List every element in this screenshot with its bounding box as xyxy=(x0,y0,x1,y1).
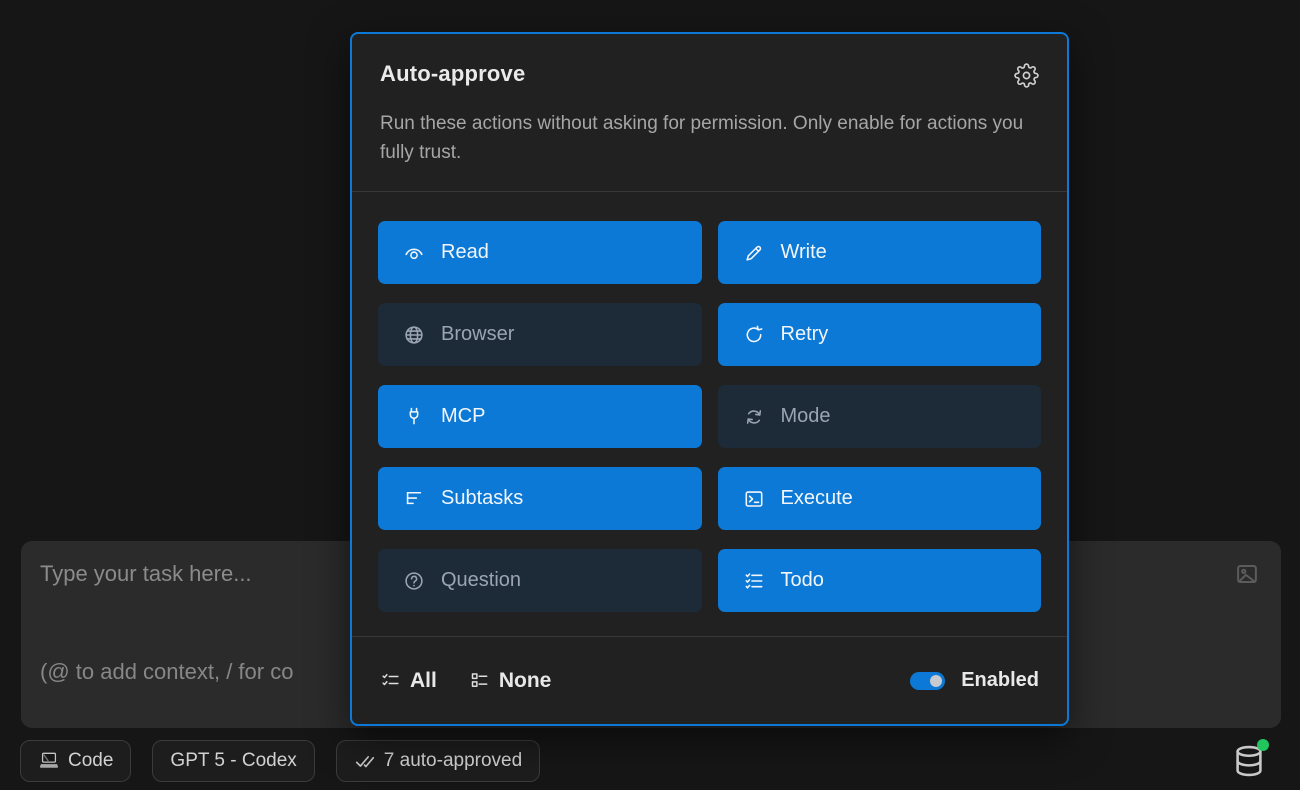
auto-approved-label: 7 auto-approved xyxy=(384,750,522,772)
checklist-all-icon xyxy=(380,670,401,691)
action-label: MCP xyxy=(441,405,485,428)
select-all-label: All xyxy=(410,669,437,693)
action-label: Subtasks xyxy=(441,487,523,510)
checklist-icon xyxy=(743,570,765,592)
dialog-title: Auto-approve xyxy=(380,61,525,87)
action-label: Read xyxy=(441,241,489,264)
auto-approved-button[interactable]: 7 auto-approved xyxy=(336,740,540,782)
auto-approve-action-read[interactable]: Read xyxy=(378,221,702,284)
terminal-icon xyxy=(743,488,765,510)
settings-gear-icon[interactable] xyxy=(1014,63,1039,88)
action-grid: Read Write Browser Retry MCP Mode Subtasks Exec… xyxy=(352,192,1067,636)
database-status-button[interactable] xyxy=(1231,743,1267,779)
action-label: Mode xyxy=(781,405,831,428)
auto-approve-action-retry[interactable]: Retry xyxy=(718,303,1042,366)
auto-approve-action-mcp[interactable]: MCP xyxy=(378,385,702,448)
select-none-button[interactable]: None xyxy=(469,669,552,693)
action-label: Question xyxy=(441,569,521,592)
auto-approve-action-mode[interactable]: Mode xyxy=(718,385,1042,448)
dialog-description: Run these actions without asking for per… xyxy=(380,109,1035,167)
dialog-header: Auto-approve Run these actions without a… xyxy=(352,34,1067,192)
refresh-icon xyxy=(743,324,765,346)
attach-image-icon[interactable] xyxy=(1234,561,1260,587)
model-select-label: GPT 5 - Codex xyxy=(170,750,296,772)
question-icon xyxy=(403,570,425,592)
plug-icon xyxy=(403,406,425,428)
enabled-toggle[interactable] xyxy=(910,672,945,690)
mode-select-button[interactable]: Code xyxy=(20,740,131,782)
enabled-toggle-label: Enabled xyxy=(961,669,1039,692)
action-label: Write xyxy=(781,241,827,264)
auto-approve-action-question[interactable]: Question xyxy=(378,549,702,612)
status-bar: Code GPT 5 - Codex 7 auto-approved xyxy=(20,740,540,782)
auto-approve-action-todo[interactable]: Todo xyxy=(718,549,1042,612)
list-tree-icon xyxy=(403,488,425,510)
globe-icon xyxy=(403,324,425,346)
action-label: Browser xyxy=(441,323,514,346)
action-label: Todo xyxy=(781,569,824,592)
auto-approve-action-write[interactable]: Write xyxy=(718,221,1042,284)
check-all-icon xyxy=(354,750,376,772)
task-input-hint: (@ to add context, / for co xyxy=(40,659,293,685)
action-label: Retry xyxy=(781,323,829,346)
auto-approve-dialog: Auto-approve Run these actions without a… xyxy=(350,32,1069,726)
sync-icon xyxy=(743,406,765,428)
auto-approve-action-execute[interactable]: Execute xyxy=(718,467,1042,530)
online-status-dot xyxy=(1257,739,1269,751)
enabled-toggle-knob xyxy=(930,675,942,687)
select-all-button[interactable]: All xyxy=(380,669,437,693)
task-input-placeholder: Type your task here... xyxy=(40,561,252,587)
laptop-icon xyxy=(38,750,60,772)
select-none-label: None xyxy=(499,669,552,693)
dialog-footer: All None Enabled xyxy=(352,636,1067,724)
auto-approve-action-browser[interactable]: Browser xyxy=(378,303,702,366)
action-label: Execute xyxy=(781,487,853,510)
eye-icon xyxy=(403,242,425,264)
model-select-button[interactable]: GPT 5 - Codex xyxy=(152,740,314,782)
mode-select-label: Code xyxy=(68,750,113,772)
auto-approve-action-subtasks[interactable]: Subtasks xyxy=(378,467,702,530)
pencil-icon xyxy=(743,242,765,264)
list-none-icon xyxy=(469,670,490,691)
